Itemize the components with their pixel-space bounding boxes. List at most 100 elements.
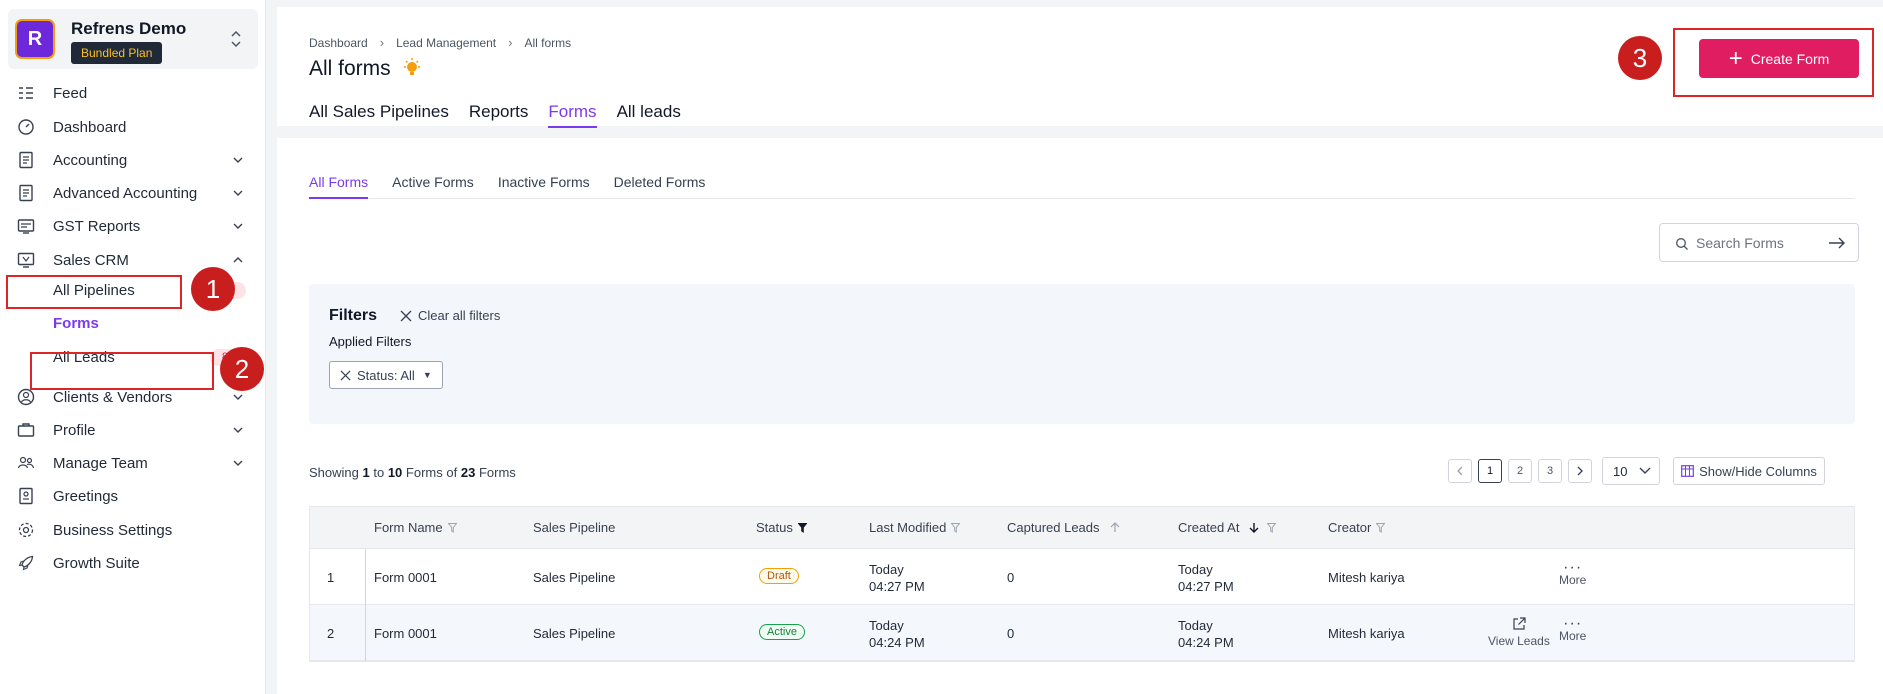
filter-icon[interactable] xyxy=(951,522,961,533)
show-hide-columns-button[interactable]: Show/Hide Columns xyxy=(1673,457,1825,485)
column-header-captured-leads[interactable]: Captured Leads xyxy=(1007,520,1120,535)
clear-filters-button[interactable]: Clear all filters xyxy=(400,308,500,323)
next-page-button[interactable] xyxy=(1568,459,1592,483)
page-button[interactable]: 2 xyxy=(1508,459,1532,483)
filter-icon[interactable] xyxy=(447,522,457,533)
row-index: 1 xyxy=(327,570,335,585)
prev-page-button[interactable] xyxy=(1448,459,1472,483)
sidebar-item-accounting[interactable]: Accounting xyxy=(0,143,262,177)
column-header-status[interactable]: Status xyxy=(756,520,807,535)
sidebar-item-label: Forms xyxy=(53,314,99,332)
row-index: 2 xyxy=(327,626,335,641)
sidebar-item-forms[interactable]: Forms xyxy=(0,306,262,340)
tab-all-forms[interactable]: All Forms xyxy=(309,174,369,199)
table-row[interactable]: 2 Form 0001 Sales Pipeline Active Today … xyxy=(310,605,1854,661)
summary-total: 23 xyxy=(460,465,476,480)
breadcrumb-dashboard[interactable]: Dashboard xyxy=(309,36,368,50)
captured-leads: 0 xyxy=(1007,626,1015,641)
sidebar-item-advanced-accounting[interactable]: Advanced Accounting xyxy=(0,176,262,210)
forms-panel: All Forms Active Forms Inactive Forms De… xyxy=(277,138,1883,694)
search-input[interactable] xyxy=(1696,232,1816,254)
sidebar-item-label: Business Settings xyxy=(53,521,173,539)
more-button[interactable]: ··· More xyxy=(1559,560,1586,588)
chevron-down-icon xyxy=(1639,467,1651,474)
column-label: Status xyxy=(756,520,793,535)
more-button[interactable]: ··· More xyxy=(1559,616,1586,644)
sidebar-item-manage-team[interactable]: Manage Team xyxy=(0,446,262,480)
close-icon[interactable] xyxy=(340,369,351,381)
annotation-box-forms xyxy=(30,352,214,390)
form-name[interactable]: Form 0001 xyxy=(374,626,437,641)
chevron-down-icon xyxy=(233,460,243,466)
summary-prefix: Showing xyxy=(309,465,359,480)
breadcrumb-lead-management[interactable]: Lead Management xyxy=(396,36,496,50)
last-modified: Today 04:27 PM xyxy=(869,561,925,595)
page-button[interactable]: 1 xyxy=(1478,459,1502,483)
gst-icon xyxy=(17,219,35,234)
column-header-created-at[interactable]: Created At xyxy=(1178,520,1277,535)
sort-up-icon[interactable] xyxy=(1110,522,1120,533)
greeting-icon xyxy=(19,487,33,505)
page-size-value: 10 xyxy=(1613,463,1628,479)
page-size-select[interactable]: 10 xyxy=(1602,457,1660,485)
sidebar-item-business-settings[interactable]: Business Settings xyxy=(0,513,262,547)
filters-title: Filters xyxy=(329,307,378,324)
column-header-form-name[interactable]: Form Name xyxy=(374,520,457,535)
user-circle-icon xyxy=(17,388,35,406)
captured-leads: 0 xyxy=(1007,570,1015,585)
sidebar-item-label: Manage Team xyxy=(53,454,148,472)
time-label: 04:27 PM xyxy=(1178,579,1234,594)
forms-table: Form Name Sales Pipeline Status Last Mod… xyxy=(309,506,1855,662)
pagination: 1 2 3 10 xyxy=(1448,457,1660,485)
status-badge: Draft xyxy=(759,568,799,584)
filter-icon[interactable] xyxy=(1267,522,1277,533)
created-at: Today 04:24 PM xyxy=(1178,617,1234,651)
sidebar-item-gst-reports[interactable]: GST Reports xyxy=(0,209,262,243)
crm-icon xyxy=(17,252,35,268)
chevron-up-down-icon[interactable] xyxy=(228,29,244,49)
org-switcher[interactable]: R Refrens Demo Bundled Plan xyxy=(8,9,258,69)
breadcrumb-current: All forms xyxy=(524,35,572,50)
form-filter-tabs: All Forms Active Forms Inactive Forms De… xyxy=(309,174,1855,199)
date-label: Today xyxy=(869,562,904,577)
created-at: Today 04:27 PM xyxy=(1178,561,1234,595)
sidebar-item-greetings[interactable]: Greetings xyxy=(0,479,262,513)
caret-down-icon: ▼ xyxy=(422,370,432,380)
column-header-creator[interactable]: Creator xyxy=(1328,520,1386,535)
annotation-number: 1 xyxy=(191,267,235,311)
status-filter-chip[interactable]: Status: All ▼ xyxy=(329,361,443,389)
search-icon xyxy=(1676,238,1688,250)
sidebar-item-label: Clients & Vendors xyxy=(53,388,173,406)
summary-from: 1 xyxy=(362,465,370,480)
filters-panel: Filters Clear all filters Applied Filter… xyxy=(309,284,1855,424)
column-label: Created At xyxy=(1178,520,1240,535)
tab-deleted-forms[interactable]: Deleted Forms xyxy=(614,174,706,199)
annotation-box-create-form xyxy=(1673,28,1874,97)
sort-down-icon[interactable] xyxy=(1249,522,1259,533)
external-link-icon xyxy=(1513,617,1526,630)
column-header-last-modified[interactable]: Last Modified xyxy=(869,520,961,535)
rocket-icon xyxy=(18,555,34,571)
sidebar-item-growth-suite[interactable]: Growth Suite xyxy=(0,546,262,580)
sidebar-item-profile[interactable]: Profile xyxy=(0,413,262,447)
tab-forms[interactable]: Forms xyxy=(548,102,597,128)
arrow-right-icon[interactable] xyxy=(1828,235,1846,251)
tab-reports[interactable]: Reports xyxy=(469,102,529,128)
view-leads-button[interactable]: View Leads xyxy=(1488,617,1550,648)
sidebar-item-label: Sales CRM xyxy=(53,251,129,269)
tab-all-leads[interactable]: All leads xyxy=(617,102,681,128)
sidebar-item-dashboard[interactable]: Dashboard xyxy=(0,110,262,144)
clear-filters-label: Clear all filters xyxy=(418,308,501,323)
page-button[interactable]: 3 xyxy=(1538,459,1562,483)
lightbulb-icon[interactable] xyxy=(402,57,422,79)
row-index-cell xyxy=(310,549,366,605)
tab-inactive-forms[interactable]: Inactive Forms xyxy=(498,174,590,199)
tab-active-forms[interactable]: Active Forms xyxy=(392,174,474,199)
table-row[interactable]: 1 Form 0001 Sales Pipeline Draft Today 0… xyxy=(310,549,1854,605)
sidebar-item-label: GST Reports xyxy=(53,217,141,235)
tab-all-sales-pipelines[interactable]: All Sales Pipelines xyxy=(309,102,449,128)
sidebar-item-feed[interactable]: Feed xyxy=(0,76,262,110)
filter-icon[interactable] xyxy=(1376,522,1386,533)
filter-icon[interactable] xyxy=(797,522,807,533)
form-name[interactable]: Form 0001 xyxy=(374,570,437,585)
